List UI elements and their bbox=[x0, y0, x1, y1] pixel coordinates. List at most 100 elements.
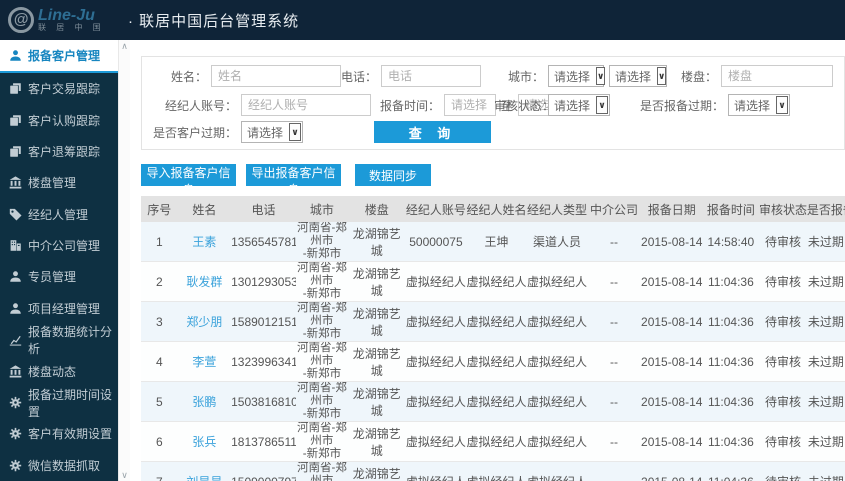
sidebar-item-1[interactable]: 报备客户管理 bbox=[0, 40, 118, 74]
logo-subtitle: 联 居 中 国 bbox=[38, 23, 105, 32]
table-cell: -- bbox=[587, 341, 641, 382]
sidebar-item-5[interactable]: 楼盘管理 bbox=[0, 167, 118, 198]
customer-name-link[interactable]: 李萱 bbox=[192, 355, 216, 369]
table-cell: 虚拟经纪人 bbox=[405, 261, 467, 302]
top-header: @ Line-Ju 联 居 中 国 · 联居中国后台管理系统 bbox=[0, 0, 845, 40]
column-header: 电话 bbox=[231, 196, 296, 222]
tag-icon bbox=[9, 208, 22, 221]
table-cell: 刘昊昊 bbox=[177, 461, 232, 481]
table-cell: 龙湖锦艺城 bbox=[347, 341, 406, 382]
bank-icon bbox=[9, 365, 22, 378]
sidebar-item-12[interactable]: 报备过期时间设置 bbox=[0, 387, 118, 419]
table-cell: 2015-08-14 bbox=[640, 381, 703, 422]
gear-icon bbox=[9, 427, 22, 440]
customer-name-link[interactable]: 耿发群 bbox=[186, 275, 222, 289]
export-customers-button[interactable]: 导出报备客户信息 bbox=[246, 164, 341, 197]
report-expired-select[interactable]: 请选择 ∨ bbox=[728, 94, 790, 116]
table-cell: -- bbox=[587, 421, 641, 462]
table-cell: 15890121510 bbox=[231, 301, 296, 342]
table-cell: 13239963414 bbox=[231, 341, 296, 382]
sidebar-scrollbar[interactable]: ∧ ∨ bbox=[118, 40, 130, 481]
table-cell: 待审核 bbox=[759, 381, 807, 422]
table-cell: 待审核 bbox=[759, 301, 807, 342]
table-cell: 王素 bbox=[177, 222, 232, 262]
sidebar-item-14[interactable]: 微信数据抓取 bbox=[0, 450, 118, 481]
table-cell: 2015-08-14 bbox=[640, 301, 703, 342]
column-header: 经纪人姓名 bbox=[466, 196, 527, 222]
table-cell: 11:04:36 bbox=[702, 421, 760, 462]
table-row: 4李萱13239963414河南省-郑州市 -新郑市龙湖锦艺城虚拟经纪人虚拟经纪… bbox=[141, 341, 845, 382]
table-cell: 郑少朋 bbox=[177, 301, 232, 342]
sidebar-item-label: 报备数据统计分析 bbox=[28, 324, 113, 356]
table-cell: 虚拟经纪人 bbox=[526, 381, 588, 422]
column-header: 中介公司 bbox=[587, 196, 641, 222]
sidebar-item-8[interactable]: 专员管理 bbox=[0, 261, 118, 292]
table-cell: 2015-08-14 bbox=[640, 421, 703, 462]
sidebar-item-9[interactable]: 项目经理管理 bbox=[0, 293, 118, 324]
table-cell: 2015-08-14 bbox=[640, 461, 703, 481]
audit-status-select[interactable]: 请选择 ∨ bbox=[548, 94, 610, 116]
sidebar-item-7[interactable]: 中介公司管理 bbox=[0, 230, 118, 261]
building-input[interactable] bbox=[721, 65, 833, 87]
table-cell: 11:04:36 bbox=[702, 261, 760, 302]
table-cell: 50000075 bbox=[405, 222, 467, 262]
column-header: 经纪人类型 bbox=[526, 196, 588, 222]
customer-name-link[interactable]: 张鹏 bbox=[192, 395, 216, 409]
table-actions: 导入报备客户信息 导出报备客户信息 数据同步 bbox=[141, 164, 845, 197]
agent-account-input[interactable] bbox=[241, 94, 371, 116]
table-cell: 未过期 bbox=[806, 341, 845, 382]
customer-name-link[interactable]: 张兵 bbox=[192, 435, 216, 449]
customers-table: 序号 姓名 电话 城市 楼盘 经纪人账号 经纪人姓名 经纪人类型 中介公司 报备日期 报备时间 审核状… bbox=[141, 196, 845, 481]
sidebar-item-3[interactable]: 客户认购跟踪 bbox=[0, 105, 118, 136]
sidebar-item-4[interactable]: 客户退筹跟踪 bbox=[0, 136, 118, 167]
data-sync-button[interactable]: 数据同步 bbox=[355, 164, 432, 186]
sidebar-item-6[interactable]: 经纪人管理 bbox=[0, 199, 118, 230]
table-cell: 3 bbox=[141, 301, 178, 342]
table-cell: 11:04:36 bbox=[702, 381, 760, 422]
phone-input[interactable] bbox=[381, 65, 481, 87]
table-cell: 18137865115 bbox=[231, 421, 296, 462]
query-button[interactable]: 查 询 bbox=[374, 121, 491, 143]
customer-name-link[interactable]: 郑少朋 bbox=[186, 315, 222, 329]
import-customers-button[interactable]: 导入报备客户信息 bbox=[141, 164, 236, 197]
chevron-up-icon[interactable]: ∧ bbox=[121, 40, 128, 52]
sidebar-item-13[interactable]: 客户有效期设置 bbox=[0, 418, 118, 449]
table-cell: 11:04:36 bbox=[702, 341, 760, 382]
table-cell: 虚拟经纪人 bbox=[405, 461, 467, 481]
chevron-down-icon: ∨ bbox=[596, 96, 608, 114]
table-cell: 1 bbox=[141, 222, 178, 262]
city-label: 城市： bbox=[507, 69, 544, 84]
table-cell: 河南省-郑州市 -新郑市 bbox=[295, 261, 348, 302]
column-header: 审核状态 bbox=[759, 196, 807, 222]
table-cell: 虚拟经纪人 bbox=[466, 421, 527, 462]
customer-expired-select[interactable]: 请选择 ∨ bbox=[241, 121, 303, 143]
table-cell: 7 bbox=[141, 461, 178, 481]
table-cell: 未过期 bbox=[806, 421, 845, 462]
sidebar-item-10[interactable]: 报备数据统计分析 bbox=[0, 324, 118, 356]
city-city-select[interactable]: 请选择 ∨ bbox=[609, 65, 667, 87]
customer-name-link[interactable]: 王素 bbox=[192, 235, 216, 249]
logo-name: Line-Ju bbox=[38, 7, 95, 24]
column-header: 经纪人账号 bbox=[405, 196, 467, 222]
user-icon bbox=[9, 49, 22, 62]
table-row: 2耿发群13012930531河南省-郑州市 -新郑市龙湖锦艺城虚拟经纪人虚拟经… bbox=[141, 261, 845, 302]
table-cell: 耿发群 bbox=[177, 261, 232, 302]
chevron-down-icon[interactable]: ∨ bbox=[121, 469, 128, 481]
table-cell: 2015-08-14 bbox=[640, 222, 703, 262]
company-icon bbox=[9, 239, 22, 252]
column-header: 姓名 bbox=[177, 196, 232, 222]
sidebar-item-11[interactable]: 楼盘动态 bbox=[0, 355, 118, 386]
name-input[interactable] bbox=[211, 65, 341, 87]
city-province-select[interactable]: 请选择 ∨ bbox=[548, 65, 606, 87]
table-cell: 未过期 bbox=[806, 381, 845, 422]
table-cell: 未过期 bbox=[806, 461, 845, 481]
table-cell: 虚拟经纪人 bbox=[466, 301, 527, 342]
table-cell: 虚拟经纪人 bbox=[466, 341, 527, 382]
report-time-from-input[interactable] bbox=[444, 94, 497, 116]
table-cell: 虚拟经纪人 bbox=[526, 421, 588, 462]
chevron-down-icon: ∨ bbox=[657, 67, 667, 85]
sidebar-item-2[interactable]: 客户交易跟踪 bbox=[0, 73, 118, 104]
table-cell: 11:04:36 bbox=[702, 461, 760, 481]
customer-name-link[interactable]: 刘昊昊 bbox=[186, 475, 222, 481]
logo: @ Line-Ju 联 居 中 国 bbox=[0, 7, 122, 33]
